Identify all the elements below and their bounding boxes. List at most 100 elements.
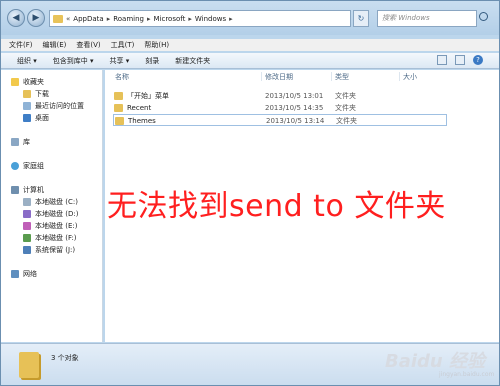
- computer-icon: [11, 186, 19, 194]
- nav-label: 下载: [35, 90, 49, 98]
- drive-icon: [23, 234, 31, 242]
- search-icon[interactable]: [479, 12, 488, 21]
- table-row[interactable]: 「开始」菜单 2013/10/5 13:01 文件夹: [113, 90, 447, 102]
- new-folder-button[interactable]: 新建文件夹: [175, 53, 210, 68]
- column-divider[interactable]: [261, 72, 262, 81]
- column-divider[interactable]: [331, 72, 332, 81]
- share-button[interactable]: 共享 ▾: [110, 53, 130, 68]
- column-divider[interactable]: [399, 72, 400, 81]
- nav-label: 库: [23, 138, 30, 146]
- nav-label: 本地磁盘 (E:): [35, 222, 78, 230]
- chevron-right-icon[interactable]: ▸: [188, 15, 192, 23]
- nav-drive-j[interactable]: 系统保留 (J:): [1, 244, 102, 256]
- nav-drive-d[interactable]: 本地磁盘 (D:): [1, 208, 102, 220]
- menu-help[interactable]: 帮助(H): [144, 39, 169, 51]
- file-date: 2013/10/5 14:35: [265, 104, 324, 112]
- menu-edit[interactable]: 编辑(E): [43, 39, 67, 51]
- menu-view[interactable]: 查看(V): [76, 39, 100, 51]
- recent-places-icon: [23, 102, 31, 110]
- watermark-url: jingyan.baidu.com: [439, 371, 495, 378]
- nav-label: 收藏夹: [23, 78, 44, 86]
- folder-icon: [114, 92, 123, 100]
- column-header-type[interactable]: 类型: [335, 72, 349, 82]
- help-icon[interactable]: ?: [473, 55, 483, 65]
- breadcrumb-windows[interactable]: Windows: [195, 15, 226, 23]
- nav-label: 网络: [23, 270, 37, 278]
- search-input[interactable]: 搜索 Windows: [377, 10, 477, 27]
- title-bar: ◀ ▶ « AppData ▸ Roaming ▸ Microsoft ▸ Wi…: [1, 1, 499, 35]
- nav-desktop[interactable]: 桌面: [1, 112, 102, 124]
- nav-drive-f[interactable]: 本地磁盘 (F:): [1, 232, 102, 244]
- network-icon: [11, 270, 19, 278]
- forward-button[interactable]: ▶: [27, 9, 45, 27]
- table-row[interactable]: Themes 2013/10/5 13:14 文件夹: [113, 114, 447, 126]
- command-bar: 组织 ▾ 包含到库中 ▾ 共享 ▾ 刻录 新建文件夹: [1, 53, 499, 69]
- menu-tools[interactable]: 工具(T): [111, 39, 135, 51]
- file-name: Recent: [127, 104, 152, 112]
- nav-favorites[interactable]: 收藏夹: [1, 76, 102, 88]
- nav-library[interactable]: 库: [1, 136, 102, 148]
- drive-icon: [23, 246, 31, 254]
- annotation-overlay-text: 无法找到send to 文件夹: [107, 189, 446, 224]
- nav-drive-e[interactable]: 本地磁盘 (E:): [1, 220, 102, 232]
- navigation-pane: 收藏夹 下载 最近访问的位置 桌面 库 家庭组 计算机 本地磁盘 (C:) 本地…: [1, 70, 103, 342]
- breadcrumb-overflow[interactable]: «: [66, 15, 70, 23]
- explorer-window: ◀ ▶ « AppData ▸ Roaming ▸ Microsoft ▸ Wi…: [0, 0, 500, 386]
- view-options-icon[interactable]: [437, 55, 447, 65]
- nav-label: 家庭组: [23, 162, 44, 170]
- chevron-right-icon[interactable]: ▸: [107, 15, 111, 23]
- view-controls: ?: [437, 55, 483, 65]
- chevron-right-icon[interactable]: ▸: [147, 15, 151, 23]
- folder-icon: [19, 352, 39, 378]
- watermark-logo: Baidu 经验: [385, 351, 486, 372]
- folder-icon: [115, 117, 124, 125]
- download-folder-icon: [23, 90, 31, 98]
- refresh-button[interactable]: ↻: [353, 10, 369, 27]
- nav-label: 最近访问的位置: [35, 102, 84, 110]
- nav-label: 本地磁盘 (F:): [35, 234, 77, 242]
- folder-icon: [53, 14, 63, 23]
- nav-label: 本地磁盘 (C:): [35, 198, 78, 206]
- nav-downloads[interactable]: 下载: [1, 88, 102, 100]
- nav-computer[interactable]: 计算机: [1, 184, 102, 196]
- nav-label: 系统保留 (J:): [35, 246, 76, 254]
- desktop-icon: [23, 114, 31, 122]
- nav-label: 本地磁盘 (D:): [35, 210, 79, 218]
- address-bar[interactable]: « AppData ▸ Roaming ▸ Microsoft ▸ Window…: [49, 10, 351, 27]
- preview-pane-icon[interactable]: [455, 55, 465, 65]
- breadcrumb-microsoft[interactable]: Microsoft: [153, 15, 185, 23]
- column-header-size[interactable]: 大小: [403, 72, 417, 82]
- file-name: Themes: [128, 117, 156, 125]
- file-type: 文件夹: [335, 104, 356, 112]
- homegroup-icon: [11, 162, 19, 170]
- drive-icon: [23, 222, 31, 230]
- burn-button[interactable]: 刻录: [145, 53, 159, 68]
- menu-file[interactable]: 文件(F): [9, 39, 33, 51]
- drive-icon: [23, 198, 31, 206]
- breadcrumb-roaming[interactable]: Roaming: [113, 15, 144, 23]
- folder-icon: [114, 104, 123, 112]
- nav-drive-c[interactable]: 本地磁盘 (C:): [1, 196, 102, 208]
- organize-button[interactable]: 组织 ▾: [17, 53, 37, 68]
- back-button[interactable]: ◀: [7, 9, 25, 27]
- file-date: 2013/10/5 13:14: [266, 117, 325, 125]
- column-header-name[interactable]: 名称: [115, 72, 129, 82]
- nav-network[interactable]: 网络: [1, 268, 102, 280]
- star-icon: [11, 78, 19, 86]
- nav-label: 计算机: [23, 186, 44, 194]
- file-type: 文件夹: [335, 92, 356, 100]
- library-icon: [11, 138, 19, 146]
- column-header-date[interactable]: 修改日期: [265, 72, 293, 82]
- nav-recent-places[interactable]: 最近访问的位置: [1, 100, 102, 112]
- nav-label: 桌面: [35, 114, 49, 122]
- menu-bar: 文件(F) 编辑(E) 查看(V) 工具(T) 帮助(H): [1, 39, 499, 51]
- item-count: 3 个对象: [51, 354, 79, 362]
- include-in-library-button[interactable]: 包含到库中 ▾: [53, 53, 94, 68]
- chevron-right-icon[interactable]: ▸: [229, 15, 233, 23]
- breadcrumb-appdata[interactable]: AppData: [73, 15, 103, 23]
- table-row[interactable]: Recent 2013/10/5 14:35 文件夹: [113, 102, 447, 114]
- drive-icon: [23, 210, 31, 218]
- file-name: 「开始」菜单: [127, 92, 169, 100]
- file-date: 2013/10/5 13:01: [265, 92, 324, 100]
- nav-homegroup[interactable]: 家庭组: [1, 160, 102, 172]
